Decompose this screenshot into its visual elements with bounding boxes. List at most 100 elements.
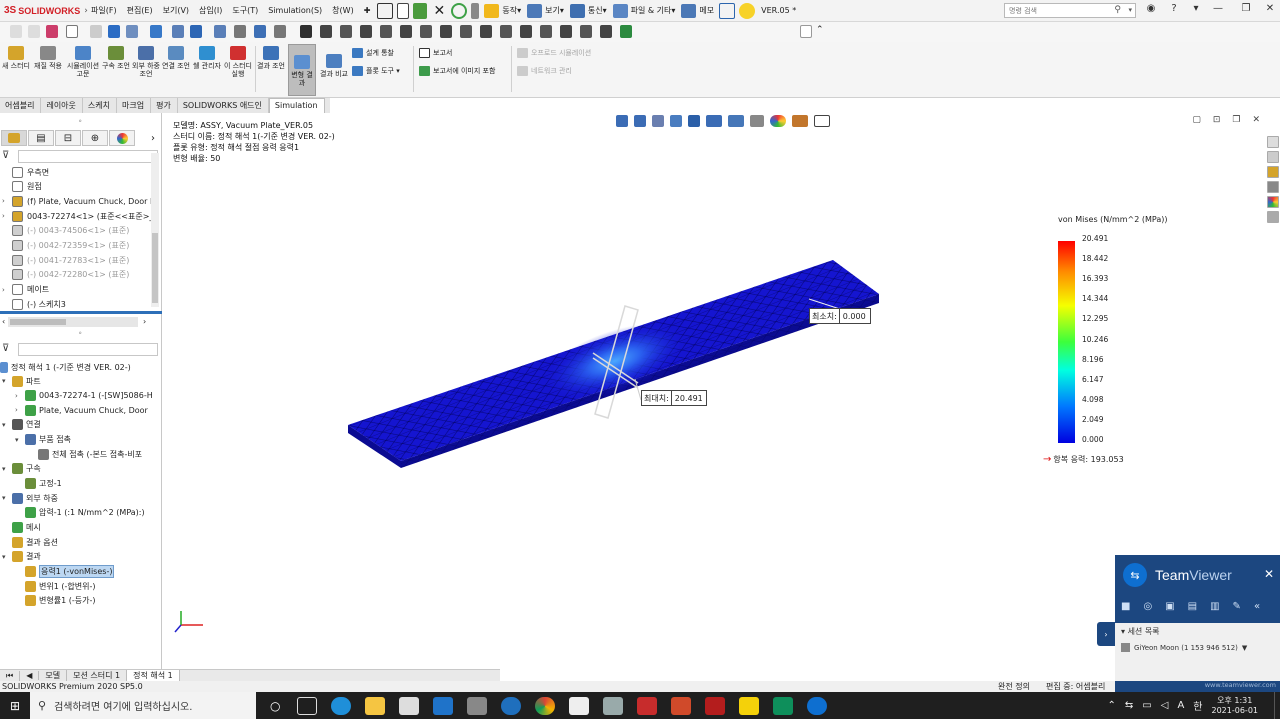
sim-tree-item[interactable]: ▾ 부품 접촉 bbox=[15, 433, 71, 447]
chat-icon[interactable]: ▣ bbox=[1165, 601, 1174, 612]
green-app-icon[interactable] bbox=[773, 696, 794, 715]
expand-icon[interactable]: ▾ bbox=[2, 494, 12, 502]
help-icon[interactable]: ? bbox=[1166, 3, 1182, 14]
acrobat-icon[interactable] bbox=[705, 696, 726, 715]
teamviewer-tray-icon[interactable]: ⇆ bbox=[1125, 700, 1133, 711]
expand-icon[interactable]: › bbox=[2, 286, 12, 294]
help-dropdown-icon[interactable]: ▾ bbox=[1188, 3, 1204, 14]
taskbar-search-input[interactable]: ⚲ 검색하려면 여기에 입력하십시오. bbox=[30, 692, 256, 719]
new-document-icon[interactable] bbox=[397, 2, 410, 19]
sim-tree-item[interactable]: 변위1 (-합변위-) bbox=[15, 579, 95, 593]
tab-static-study[interactable]: 정적 해석 1 bbox=[127, 670, 180, 681]
feature-tree-item[interactable]: 원점 bbox=[2, 180, 42, 194]
feature-tree-item[interactable]: (-) 0043-74506<1> (표준) bbox=[2, 224, 129, 238]
property-manager-tab-icon[interactable]: ▤ bbox=[28, 130, 54, 146]
design-insight-button[interactable]: 설계 통찰 bbox=[352, 48, 394, 58]
scrollbar-thumb[interactable] bbox=[10, 319, 66, 325]
home-icon[interactable] bbox=[377, 2, 394, 19]
ime-mode[interactable]: A bbox=[1177, 700, 1184, 711]
external-loads-button[interactable]: 외부 하중 조언 bbox=[132, 46, 160, 78]
pin-icon[interactable]: ✚ bbox=[359, 6, 376, 15]
session-row[interactable]: GiYeon Moon (1 153 946 512) ▼ bbox=[1115, 640, 1280, 655]
expand-icon[interactable]: ▾ bbox=[2, 553, 12, 561]
sim-tree-item[interactable]: ▾ 결과 bbox=[2, 550, 41, 564]
feature-tree-item[interactable]: › 0043-72274<1> (표준<<표준>_ bbox=[2, 209, 153, 223]
scroll-first-icon[interactable]: ⏮ bbox=[0, 670, 21, 681]
filter-icon[interactable]: ⊽ bbox=[2, 343, 9, 354]
chat-group-icon[interactable]: ▤ bbox=[1188, 601, 1197, 612]
expand-icon[interactable]: › bbox=[2, 212, 12, 220]
simulation-advisor-button[interactable]: 시뮬레이션 고문 bbox=[66, 46, 100, 78]
pattern-icon[interactable] bbox=[480, 25, 492, 38]
network-manager-button[interactable]: 네트워크 관리 bbox=[517, 66, 572, 76]
panel-splitter[interactable] bbox=[0, 311, 162, 314]
tab-markup[interactable]: 마크업 bbox=[117, 98, 152, 113]
component-icon[interactable] bbox=[254, 25, 266, 38]
study-node[interactable]: 정적 해석 1 (-기준 변경 VER. 02-) bbox=[0, 360, 131, 374]
offload-simulation-button[interactable]: 오프로드 시뮬레이션 bbox=[517, 48, 591, 58]
fixtures-advisor-button[interactable]: 구속 조언 bbox=[102, 46, 130, 70]
ime-lang[interactable]: 한 bbox=[1193, 698, 1202, 713]
line-icon[interactable] bbox=[320, 25, 332, 38]
close-x-icon[interactable]: ✕ bbox=[431, 3, 447, 19]
tab-layout[interactable]: 레이아웃 bbox=[41, 98, 83, 113]
expand-icon[interactable]: ▾ bbox=[2, 465, 12, 473]
expand-icon[interactable]: › bbox=[15, 406, 25, 414]
sim-tree-item-selected[interactable]: 응력1 (-vonMises-) bbox=[15, 564, 115, 578]
wrench-icon[interactable]: ✎ bbox=[1233, 601, 1241, 612]
rebuild-icon[interactable] bbox=[451, 2, 468, 19]
menu-simulation[interactable]: Simulation(S) bbox=[263, 6, 327, 15]
mail-icon[interactable] bbox=[433, 696, 454, 715]
sim-tree-item[interactable]: 결과 옵션 bbox=[2, 535, 58, 549]
filter-faces-icon[interactable] bbox=[28, 25, 40, 38]
menu-view[interactable]: 보기(V) bbox=[158, 5, 194, 16]
sim-tree-item[interactable]: 변형률1 (-등가-) bbox=[15, 594, 95, 608]
tree-horizontal-scrollbar[interactable] bbox=[8, 317, 138, 327]
powerpoint-icon[interactable] bbox=[671, 696, 692, 715]
clock[interactable]: 오후 1:31 2021-06-01 bbox=[1212, 696, 1259, 716]
scrollbar-thumb[interactable] bbox=[152, 233, 158, 303]
volume-icon[interactable]: ◁ bbox=[1161, 700, 1169, 711]
chevron-down-icon[interactable]: ▾ bbox=[1128, 6, 1132, 14]
filter-icon[interactable] bbox=[10, 25, 22, 38]
sim-tree-filter-input[interactable] bbox=[18, 343, 158, 356]
sim-tree-item[interactable]: 압력-1 (:1 N/mm^2 (MPa):) bbox=[15, 506, 145, 520]
dimxpert-tab-icon[interactable]: ⊕ bbox=[82, 130, 108, 146]
options-icon[interactable] bbox=[471, 2, 480, 19]
apply-material-button[interactable]: 재질 적용 bbox=[34, 46, 62, 70]
scroll-right-icon[interactable]: › bbox=[143, 317, 146, 326]
plate-body[interactable] bbox=[348, 260, 879, 468]
compare-results-button[interactable]: 결과 비교 bbox=[320, 46, 348, 78]
arc-icon[interactable] bbox=[340, 25, 352, 38]
sketch-icon[interactable] bbox=[274, 25, 286, 38]
calculator-icon[interactable] bbox=[467, 696, 488, 715]
min-probe-label[interactable]: 최소치: 0.000 bbox=[809, 308, 871, 324]
chevron-down-icon[interactable]: ▼ bbox=[1242, 644, 1247, 652]
mirror-icon[interactable] bbox=[460, 25, 472, 38]
run-study-button[interactable]: 이 스터디 실행 bbox=[224, 46, 252, 78]
sim-tree-item[interactable]: 전체 접촉 (-본드 접촉-비포 bbox=[28, 447, 142, 461]
menu-window[interactable]: 창(W) bbox=[327, 5, 359, 16]
configuration-manager-tab-icon[interactable]: ⊟ bbox=[55, 130, 81, 146]
edge-icon[interactable] bbox=[331, 696, 352, 715]
trim-icon[interactable] bbox=[420, 25, 432, 38]
feature-tree-item[interactable]: 우측면 bbox=[2, 165, 49, 179]
legend-color-bar[interactable] bbox=[1058, 241, 1075, 443]
view-button[interactable]: 보기 ▾ bbox=[527, 3, 564, 18]
view-orient-icon[interactable] bbox=[108, 25, 120, 38]
ie-icon[interactable] bbox=[501, 696, 522, 715]
app-logo[interactable]: 3S SOLIDWORKS › bbox=[0, 5, 88, 16]
task-view-icon[interactable] bbox=[297, 696, 318, 715]
tab-evaluate[interactable]: 평가 bbox=[151, 98, 178, 113]
feature-tree-item[interactable]: (-) 스케치3 bbox=[2, 297, 66, 311]
headset-icon[interactable]: ◎ bbox=[1143, 601, 1152, 612]
shell-manager-button[interactable]: 쉘 관리자 bbox=[193, 46, 221, 70]
menu-insert[interactable]: 삽입(I) bbox=[194, 5, 227, 16]
move-icon[interactable] bbox=[500, 25, 512, 38]
mate-icon[interactable] bbox=[234, 25, 246, 38]
menu-tools[interactable]: 도구(T) bbox=[227, 5, 263, 16]
search-icon[interactable]: ⚲ bbox=[1114, 5, 1121, 15]
file-transfer-icon[interactable]: ▥ bbox=[1210, 601, 1219, 612]
tab-model[interactable]: 모델 bbox=[39, 670, 68, 681]
feature-tree-item[interactable]: (-) 0042-72280<1> (표준) bbox=[2, 268, 129, 282]
